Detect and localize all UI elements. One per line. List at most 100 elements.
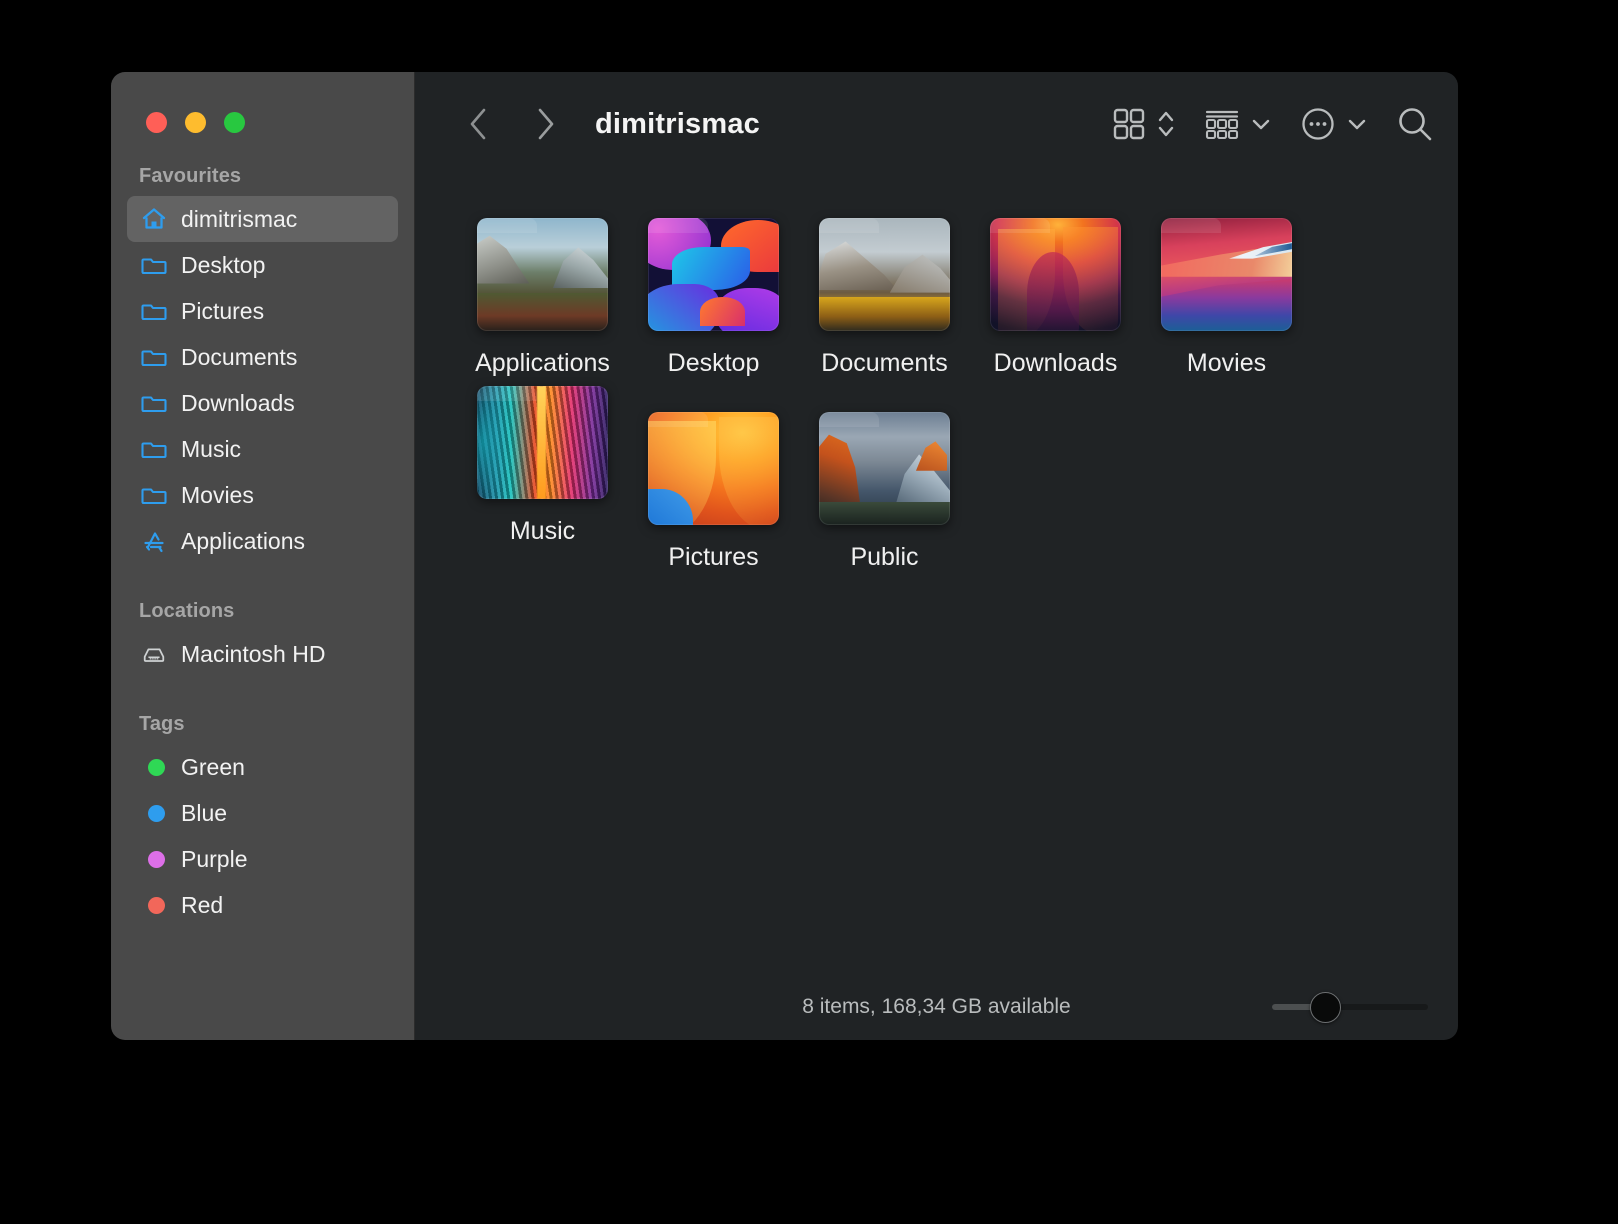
folder-icon[interactable]	[477, 218, 608, 331]
sidebar-item-label: Downloads	[181, 389, 295, 416]
sidebar-item-applications[interactable]: Applications	[127, 518, 398, 564]
folder-icon[interactable]	[990, 218, 1121, 331]
sidebar-item-dimitrismac[interactable]: dimitrismac	[127, 196, 398, 242]
search-icon[interactable]	[1396, 105, 1434, 143]
folder-art	[1161, 218, 1292, 331]
sidebar-item-label: Music	[181, 435, 242, 462]
folder-icon	[141, 252, 167, 278]
file-item[interactable]: Pictures	[628, 404, 799, 572]
screen: Favourites dimitrismac Desktop Pictures Docu…	[0, 0, 1618, 1224]
folder-icon[interactable]	[477, 386, 608, 499]
group-by-group[interactable]	[1190, 107, 1286, 141]
hard-drive-icon	[141, 641, 167, 667]
file-name: Downloads	[993, 349, 1118, 377]
sidebar-item-label: Pictures	[181, 297, 265, 324]
folder-icon[interactable]	[648, 412, 779, 525]
sidebar-item-label: Applications	[181, 527, 306, 554]
view-options-group[interactable]	[1098, 107, 1190, 141]
chevron-down-icon[interactable]	[1346, 113, 1368, 135]
sidebar-item-green[interactable]: Green	[127, 744, 398, 790]
folder-icon[interactable]	[819, 218, 950, 331]
page-title: dimitrismac	[595, 107, 760, 140]
file-item[interactable]: Documents	[799, 210, 970, 378]
file-name: Desktop	[667, 349, 760, 377]
status-text: 8 items, 168,34 GB available	[802, 995, 1071, 1018]
tag-dot-icon	[141, 800, 167, 826]
sidebar-item-pictures[interactable]: Pictures	[127, 288, 398, 334]
sidebar-item-downloads[interactable]: Downloads	[127, 380, 398, 426]
main-area: dimitrismac Applications Desktop Documen…	[415, 72, 1458, 1040]
sidebar-section-tags: Tags	[139, 713, 185, 735]
folder-art	[819, 412, 950, 525]
sidebar-item-blue[interactable]: Blue	[127, 790, 398, 836]
toolbar-actions	[1098, 105, 1434, 143]
file-name: Applications	[475, 349, 610, 377]
folder-art	[819, 218, 950, 331]
file-grid: Applications Desktop Documents Downloads Mov…	[457, 210, 1418, 572]
sidebar-item-desktop[interactable]: Desktop	[127, 242, 398, 288]
sidebar-item-purple[interactable]: Purple	[127, 836, 398, 882]
sidebar-item-label: Macintosh HD	[181, 640, 326, 667]
back-button[interactable]	[457, 101, 499, 147]
folder-art	[648, 218, 779, 331]
folder-icon[interactable]	[1161, 218, 1292, 331]
sidebar-item-music[interactable]: Music	[127, 426, 398, 472]
close-button[interactable]	[146, 112, 167, 133]
folder-art	[990, 218, 1121, 331]
app-store-icon	[141, 528, 167, 554]
grid-view-icon[interactable]	[1112, 107, 1146, 141]
sidebar-item-label: Desktop	[181, 251, 266, 278]
file-name: Public	[850, 543, 919, 571]
sidebar-item-documents[interactable]: Documents	[127, 334, 398, 380]
folder-art	[477, 386, 608, 499]
folder-art	[648, 412, 779, 525]
sidebar-list: Favourites dimitrismac Desktop Pictures Docu…	[111, 165, 414, 928]
file-item[interactable]: Applications	[457, 210, 628, 378]
folder-icon[interactable]	[648, 218, 779, 331]
file-name: Music	[509, 517, 576, 545]
sidebar-item-macintosh-hd[interactable]: Macintosh HD	[127, 631, 398, 677]
file-name: Movies	[1186, 349, 1267, 377]
folder-icon	[141, 298, 167, 324]
toolbar: dimitrismac	[415, 72, 1458, 176]
file-item[interactable]: Music	[457, 378, 628, 572]
sidebar-item-movies[interactable]: Movies	[127, 472, 398, 518]
maximize-button[interactable]	[224, 112, 245, 133]
sidebar-item-label: Purple	[181, 845, 248, 872]
group-by-icon[interactable]	[1204, 107, 1240, 141]
ellipsis-circle-icon[interactable]	[1300, 106, 1336, 142]
sidebar-item-label: Movies	[181, 481, 254, 508]
search-group[interactable]	[1382, 105, 1434, 143]
sidebar-section-favourites: Favourites	[139, 165, 242, 187]
sidebar-item-label: Documents	[181, 343, 298, 370]
tag-dot-icon	[141, 892, 167, 918]
forward-button[interactable]	[525, 101, 567, 147]
sidebar-item-label: dimitrismac	[181, 205, 298, 232]
home-icon	[141, 206, 167, 232]
sidebar: Favourites dimitrismac Desktop Pictures Docu…	[111, 72, 415, 1040]
folder-icon[interactable]	[819, 412, 950, 525]
tag-dot-icon	[141, 846, 167, 872]
file-item[interactable]: Public	[799, 404, 970, 572]
chevron-up-down-icon[interactable]	[1156, 107, 1176, 141]
sidebar-item-label: Red	[181, 891, 224, 918]
file-item[interactable]: Downloads	[970, 210, 1141, 378]
file-name: Pictures	[668, 543, 759, 571]
file-item[interactable]: Desktop	[628, 210, 799, 378]
folder-icon	[141, 344, 167, 370]
tag-dot-icon	[141, 754, 167, 780]
traffic-lights	[111, 72, 414, 133]
chevron-down-icon[interactable]	[1250, 113, 1272, 135]
icon-size-slider[interactable]	[1272, 991, 1428, 1023]
file-item[interactable]: Movies	[1141, 210, 1312, 378]
sidebar-item-red[interactable]: Red	[127, 882, 398, 928]
sidebar-item-label: Green	[181, 753, 245, 780]
file-grid-area: Applications Desktop Documents Downloads Mov…	[415, 176, 1458, 974]
more-actions-group[interactable]	[1286, 106, 1382, 142]
slider-knob[interactable]	[1310, 991, 1341, 1023]
folder-icon	[141, 436, 167, 462]
folder-art	[477, 218, 608, 331]
minimize-button[interactable]	[185, 112, 206, 133]
sidebar-section-locations: Locations	[139, 600, 235, 622]
finder-window: Favourites dimitrismac Desktop Pictures Docu…	[111, 72, 1458, 1040]
